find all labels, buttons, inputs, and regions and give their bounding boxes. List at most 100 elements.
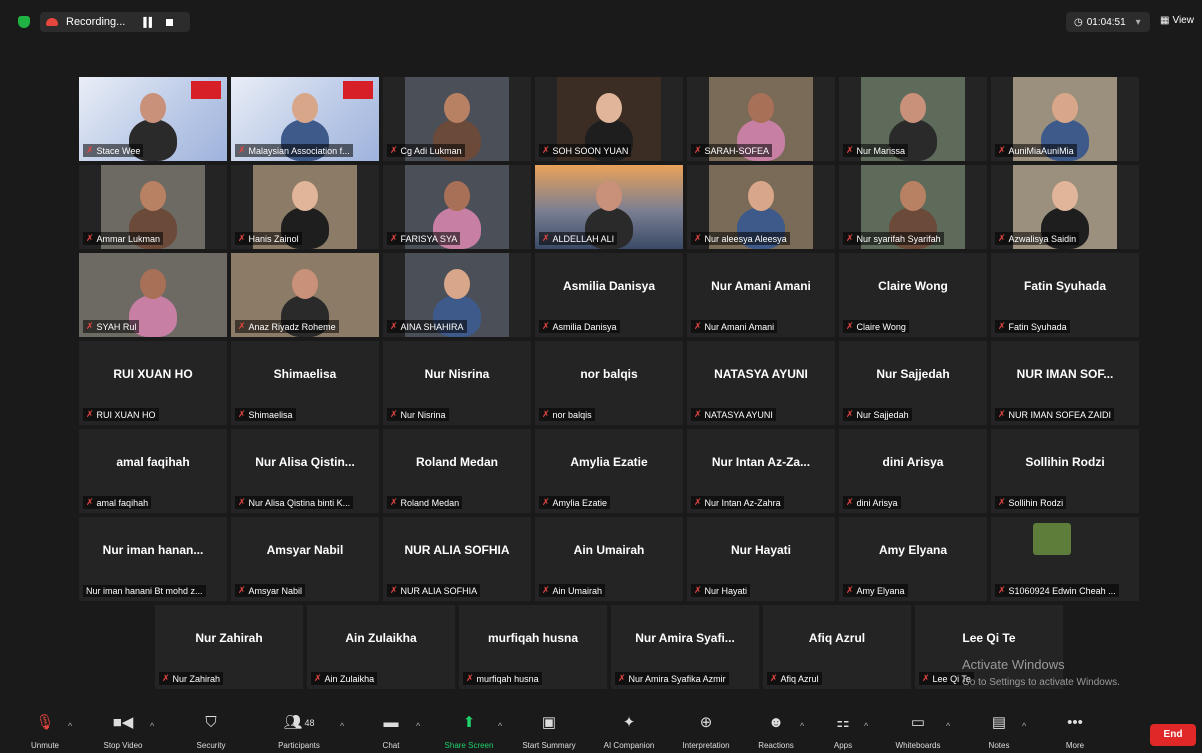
start-summary-button[interactable]: ▣ Start Summary: [514, 714, 584, 750]
participant-tile[interactable]: ✗ Ammar Lukman: [79, 165, 227, 249]
apps-options-caret[interactable]: ^: [864, 721, 868, 731]
encryption-shield-icon[interactable]: [18, 16, 30, 28]
participant-tile[interactable]: Nur Alisa Qistin... ✗ Nur Alisa Qistina bi…: [231, 429, 379, 513]
muted-mic-icon: ✗: [238, 145, 246, 155]
apps-button[interactable]: ⚏ Apps: [808, 714, 878, 750]
participant-tile[interactable]: ✗ Stace Wee: [79, 77, 227, 161]
participant-name-tag: ✗ Claire Wong: [843, 320, 909, 333]
participant-tile[interactable]: Nur Amani Amani ✗ Nur Amani Amani: [687, 253, 835, 337]
participant-display-name: NATASYA AYUNI: [714, 367, 808, 381]
reactions-options-caret[interactable]: ^: [800, 721, 804, 731]
security-button[interactable]: ⛉ Security: [176, 714, 246, 750]
participant-name-tag: ✗ SYAH Rul: [83, 320, 140, 333]
participant-tile[interactable]: ✗ Nur Marissa: [839, 77, 987, 161]
participant-tile[interactable]: murfiqah husna ✗ murfiqah husna: [459, 605, 607, 689]
pause-recording-icon[interactable]: ▌▌: [143, 17, 155, 27]
participant-face-shape: [444, 269, 470, 299]
notes-button[interactable]: ▤ Notes: [964, 714, 1034, 750]
reactions-button[interactable]: ☻ Reactions: [741, 714, 811, 750]
unmute-button[interactable]: 🎙︎ Unmute: [10, 714, 80, 750]
sparkle-icon: ✦: [622, 714, 636, 731]
profile-picture-frog-cat: [1033, 523, 1071, 555]
stop-recording-icon[interactable]: [166, 18, 174, 26]
participant-tile[interactable]: Amsyar Nabil ✗ Amsyar Nabil: [231, 517, 379, 601]
participant-tile[interactable]: Roland Medan ✗ Roland Medan: [383, 429, 531, 513]
view-button[interactable]: ▦ View: [1160, 15, 1194, 26]
participant-tile[interactable]: ✗ SYAH Rul: [79, 253, 227, 337]
participant-tile[interactable]: Nur Intan Az-Za... ✗ Nur Intan Az-Zahra: [687, 429, 835, 513]
participant-tile[interactable]: Asmilia Danisya ✗ Asmilia Danisya: [535, 253, 683, 337]
muted-mic-icon: ✗: [618, 673, 626, 683]
participant-tile[interactable]: Fatin Syuhada ✗ Fatin Syuhada: [991, 253, 1139, 337]
participant-display-name: RUI XUAN HO: [113, 367, 193, 381]
participant-tile[interactable]: Ain Umairah ✗ Ain Umairah: [535, 517, 683, 601]
participant-tile[interactable]: ✗ S1060924 Edwin Cheah ...: [991, 517, 1139, 601]
participant-display-name: Amy Elyana: [878, 543, 948, 557]
participant-tile[interactable]: ✗ AuniMiaAuniMia: [991, 77, 1139, 161]
participant-tile[interactable]: ✗ ALDELLAH ALI: [535, 165, 683, 249]
participant-tile[interactable]: nor balqis ✗ nor balqis: [535, 341, 683, 425]
interpretation-button[interactable]: ⊕ Interpretation: [671, 714, 741, 750]
ai-companion-button[interactable]: ✦ AI Companion: [594, 714, 664, 750]
participant-tile[interactable]: Amylia Ezatie ✗ Amylia Ezatie: [535, 429, 683, 513]
participant-tile[interactable]: NUR ALIA SOFHIA ✗ NUR ALIA SOFHIA: [383, 517, 531, 601]
participant-name-label: Hanis Zainol: [248, 233, 299, 244]
share-options-caret[interactable]: ^: [498, 721, 502, 731]
participant-tile[interactable]: NUR IMAN SOF... ✗ NUR IMAN SOFEA ZAIDI: [991, 341, 1139, 425]
end-meeting-button[interactable]: End: [1150, 724, 1196, 746]
chat-options-caret[interactable]: ^: [416, 721, 420, 731]
muted-mic-icon: ✗: [998, 321, 1006, 331]
participant-name-label: Amsyar Nabil: [248, 585, 303, 596]
participant-tile[interactable]: NATASYA AYUNI ✗ NATASYA AYUNI: [687, 341, 835, 425]
participant-tile[interactable]: ✗ Malaysian Association f...: [231, 77, 379, 161]
participant-tile[interactable]: ✗ Nur syarifah Syarifah: [839, 165, 987, 249]
recording-indicator[interactable]: Recording... ▌▌: [40, 12, 190, 32]
participant-name-label: Nur Amira Syafika Azmir: [628, 673, 726, 684]
chat-button[interactable]: ▬ Chat: [356, 714, 426, 750]
participant-tile[interactable]: Nur Hayati ✗ Nur Hayati: [687, 517, 835, 601]
video-options-caret[interactable]: ^: [150, 721, 154, 731]
muted-mic-icon: ✗: [542, 585, 550, 595]
participant-display-name: Fatin Syuhada: [1023, 279, 1106, 293]
audio-options-caret[interactable]: ^: [68, 721, 72, 731]
participant-display-name: amal faqihah: [116, 455, 190, 469]
participant-tile[interactable]: ✗ Hanis Zainol: [231, 165, 379, 249]
participant-tile[interactable]: Nur Nisrina ✗ Nur Nisrina: [383, 341, 531, 425]
participants-button[interactable]: 👥︎ 48 Participants: [264, 714, 334, 750]
participant-tile[interactable]: Claire Wong ✗ Claire Wong: [839, 253, 987, 337]
participant-tile[interactable]: dini Arisya ✗ dini Arisya: [839, 429, 987, 513]
shield-icon: ⛉: [205, 714, 217, 731]
participant-tile[interactable]: Ain Zulaikha ✗ Ain Zulaikha: [307, 605, 455, 689]
participant-tile[interactable]: Amy Elyana ✗ Amy Elyana: [839, 517, 987, 601]
participant-name-tag: ✗ Amsyar Nabil: [235, 584, 306, 597]
participant-tile[interactable]: ✗ AINA SHAHIRA: [383, 253, 531, 337]
participant-name-tag: ✗ murfiqah husna: [463, 672, 542, 685]
participant-tile[interactable]: ✗ Nur aleesya Aleesya: [687, 165, 835, 249]
participant-tile[interactable]: RUI XUAN HO ✗ RUI XUAN HO: [79, 341, 227, 425]
notes-options-caret[interactable]: ^: [1022, 721, 1026, 731]
participant-display-name: Amylia Ezatie: [570, 455, 648, 469]
whiteboards-button[interactable]: ▭ Whiteboards: [883, 714, 953, 750]
unmute-label: Unmute: [30, 741, 59, 750]
participant-tile[interactable]: ✗ SOH SOON YUAN: [535, 77, 683, 161]
share-screen-button[interactable]: ⬆ Share Screen: [434, 714, 504, 750]
participant-tile[interactable]: ✗ Anaz Riyadz Roheme: [231, 253, 379, 337]
participant-tile[interactable]: ✗ SARAH-SOFEA: [687, 77, 835, 161]
whiteboards-options-caret[interactable]: ^: [946, 721, 950, 731]
participants-options-caret[interactable]: ^: [340, 721, 344, 731]
stop-video-button[interactable]: ■◀ Stop Video: [88, 714, 158, 750]
participant-tile[interactable]: ✗ Azwalisya Saidin: [991, 165, 1139, 249]
participant-tile[interactable]: Nur Sajjedah ✗ Nur Sajjedah: [839, 341, 987, 425]
participant-tile[interactable]: Sollihin Rodzi ✗ Sollihin Rodzi: [991, 429, 1139, 513]
participant-tile[interactable]: amal faqihah ✗ amal faqihah: [79, 429, 227, 513]
participant-tile[interactable]: Nur iman hanan... Nur iman hanani Bt mohd…: [79, 517, 227, 601]
participant-tile[interactable]: Nur Amira Syafi... ✗ Nur Amira Syafika Azm…: [611, 605, 759, 689]
participant-tile[interactable]: Afiq Azrul ✗ Afiq Azrul: [763, 605, 911, 689]
participant-tile[interactable]: ✗ FARISYA SYA: [383, 165, 531, 249]
participant-tile[interactable]: ✗ Cg Adi Lukman: [383, 77, 531, 161]
participant-tile[interactable]: Nur Zahirah ✗ Nur Zahirah: [155, 605, 303, 689]
more-button[interactable]: ••• More: [1040, 714, 1110, 750]
meeting-timer[interactable]: ◷ 01:04:51 ▾: [1066, 12, 1150, 32]
participant-tile[interactable]: Shimaelisa ✗ Shimaelisa: [231, 341, 379, 425]
participant-display-name: murfiqah husna: [487, 631, 578, 645]
